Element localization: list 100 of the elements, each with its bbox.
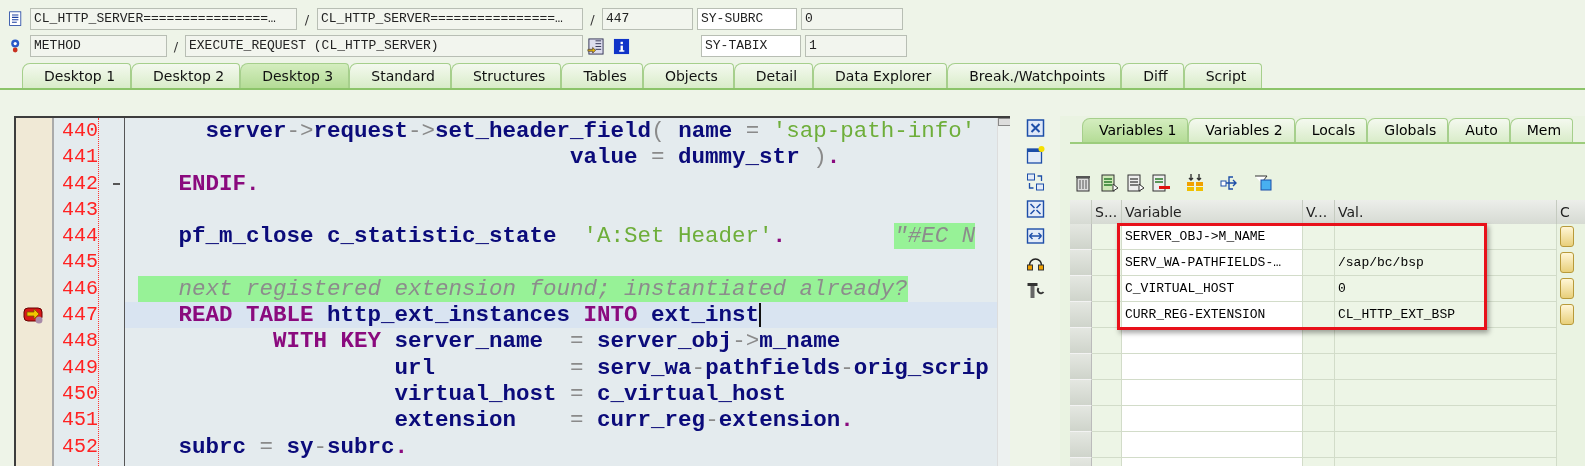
tab[interactable]: Variables 2 — [1188, 118, 1295, 142]
swap-icon[interactable] — [1024, 172, 1046, 192]
document-icon — [8, 10, 24, 28]
table-cell — [1303, 276, 1335, 302]
tab[interactable]: Variables 1 — [1082, 118, 1189, 142]
table-cell — [1092, 328, 1122, 354]
code-line: url = serv_wa-pathfields-orig_scrip — [393, 354, 989, 381]
fold-marker[interactable] — [113, 182, 120, 185]
line-field[interactable]: 447 — [602, 8, 693, 30]
tab[interactable]: Standard — [349, 63, 451, 88]
table-cell — [1303, 250, 1335, 276]
table-cell — [1303, 302, 1335, 328]
code-line: virtual_host = c_virtual_host — [393, 380, 787, 408]
text-cursor — [759, 303, 762, 328]
line-number: 446 — [62, 275, 98, 302]
tab[interactable]: Auto — [1448, 118, 1510, 142]
row-button[interactable] — [1560, 278, 1574, 299]
tab[interactable]: Objects — [642, 63, 734, 88]
row-button[interactable] — [1560, 304, 1574, 325]
scrollbar-handle[interactable] — [998, 118, 1010, 126]
code-line: extension = curr_reg-extension. — [393, 407, 854, 434]
column-header[interactable]: V... — [1303, 200, 1335, 224]
table-cell: SERV_WA-PATHFIELDS-… — [1122, 250, 1303, 276]
tab[interactable]: Desktop 2 — [131, 63, 241, 88]
transfer-icon[interactable] — [1219, 173, 1239, 193]
tab[interactable]: Desktop 1 — [22, 63, 132, 88]
table-cell — [1092, 250, 1122, 276]
code-line: server->request->set_header_field( name = 'sap-path-info' — [204, 118, 976, 145]
row-button[interactable] — [1560, 252, 1574, 273]
table-cell — [1303, 354, 1335, 380]
line-number: 445 — [62, 249, 98, 276]
column-header[interactable]: Variable — [1122, 200, 1303, 224]
tab[interactable]: Desktop 3 — [240, 63, 350, 88]
table-cell: 0 — [1335, 276, 1557, 302]
table-cell — [1092, 432, 1122, 458]
line-number: 441 — [62, 144, 98, 171]
tab[interactable]: Break./Watchpoints — [947, 63, 1122, 88]
table-cell: SERVER_OBJ->M_NAME — [1122, 224, 1303, 250]
tab[interactable]: Globals — [1367, 118, 1449, 142]
table-cell — [1092, 302, 1122, 328]
system-field-value[interactable]: 1 — [805, 35, 907, 57]
event-type-field[interactable]: METHOD — [30, 35, 167, 57]
code-line: pf_m_close c_statistic_state 'A:Set Header'. "#EC N — [177, 223, 976, 250]
table-cell — [1092, 380, 1122, 406]
trash-icon[interactable] — [1073, 173, 1093, 193]
line-number: 444 — [62, 223, 98, 250]
column-header[interactable]: Val. — [1335, 200, 1557, 224]
separator-text: / — [589, 11, 596, 27]
line-number: 447 — [62, 302, 98, 329]
table-cell — [1303, 406, 1335, 432]
expand-icon[interactable] — [1024, 199, 1046, 219]
tab[interactable]: Detail — [733, 63, 814, 88]
code-line: WITH KEY server_name = server_obj->m_name — [272, 328, 841, 355]
sort-icon[interactable] — [1185, 173, 1205, 193]
program-field[interactable]: CL_HTTP_SERVER================… — [30, 8, 297, 30]
code-line: value = dummy_str ). — [569, 144, 841, 171]
tab[interactable]: Locals — [1294, 118, 1368, 142]
separator-text: / — [303, 11, 311, 27]
tab[interactable]: Structures — [451, 63, 562, 88]
table-cell — [1092, 354, 1122, 380]
line-number: 450 — [62, 380, 98, 407]
new-window-icon[interactable] — [1024, 145, 1046, 165]
close-icon[interactable] — [1024, 118, 1046, 138]
info-icon[interactable] — [613, 37, 630, 55]
table-cell — [1303, 328, 1335, 354]
table-cell: C_VIRTUAL_HOST — [1122, 276, 1303, 302]
system-field-name[interactable]: SY-TABIX — [701, 35, 801, 57]
code-line: subrc = sy-subrc. — [177, 433, 409, 460]
tab[interactable]: Diff — [1121, 63, 1184, 88]
system-field-value[interactable]: 0 — [801, 8, 903, 30]
system-field-name[interactable]: SY-SUBRC — [697, 8, 797, 30]
table-cell — [1092, 276, 1122, 302]
table-cell — [1092, 406, 1122, 432]
line-number: 451 — [62, 407, 98, 434]
line-number: 440 — [62, 118, 98, 144]
table-cell — [1303, 380, 1335, 406]
event-field[interactable]: EXECUTE_REQUEST (CL_HTTP_SERVER) — [185, 35, 583, 57]
table-cell — [1303, 224, 1335, 250]
code-line: READ TABLE http_ext_instances INTO ext_inst — [177, 302, 760, 329]
document-icon[interactable] — [1099, 173, 1119, 193]
table-cell: /sap/bc/bsp — [1335, 250, 1557, 276]
table-cell — [1092, 224, 1122, 250]
line-number: 449 — [62, 354, 98, 381]
row-button[interactable] — [1560, 226, 1574, 247]
tab[interactable]: Mem — [1509, 118, 1574, 142]
column-header[interactable]: C — [1557, 200, 1585, 224]
tab[interactable]: Tables — [561, 63, 643, 88]
include-field[interactable]: CL_HTTP_SERVER================… — [317, 8, 583, 30]
document-icon[interactable] — [1125, 173, 1145, 193]
column-header[interactable]: S... — [1092, 200, 1122, 224]
line-number: 443 — [62, 196, 98, 223]
code-line: ENDIF. — [177, 170, 260, 197]
table-cell: CURR_REG-EXTENSION — [1122, 302, 1303, 328]
table-cell — [1303, 432, 1335, 458]
line-number: 452 — [62, 433, 98, 460]
document-minus-icon[interactable] — [1151, 173, 1171, 193]
resize-icon[interactable] — [1024, 226, 1046, 246]
filter-icon[interactable] — [1253, 173, 1273, 193]
tab[interactable]: Script — [1183, 63, 1263, 88]
tab[interactable]: Data Explorer — [813, 63, 948, 88]
